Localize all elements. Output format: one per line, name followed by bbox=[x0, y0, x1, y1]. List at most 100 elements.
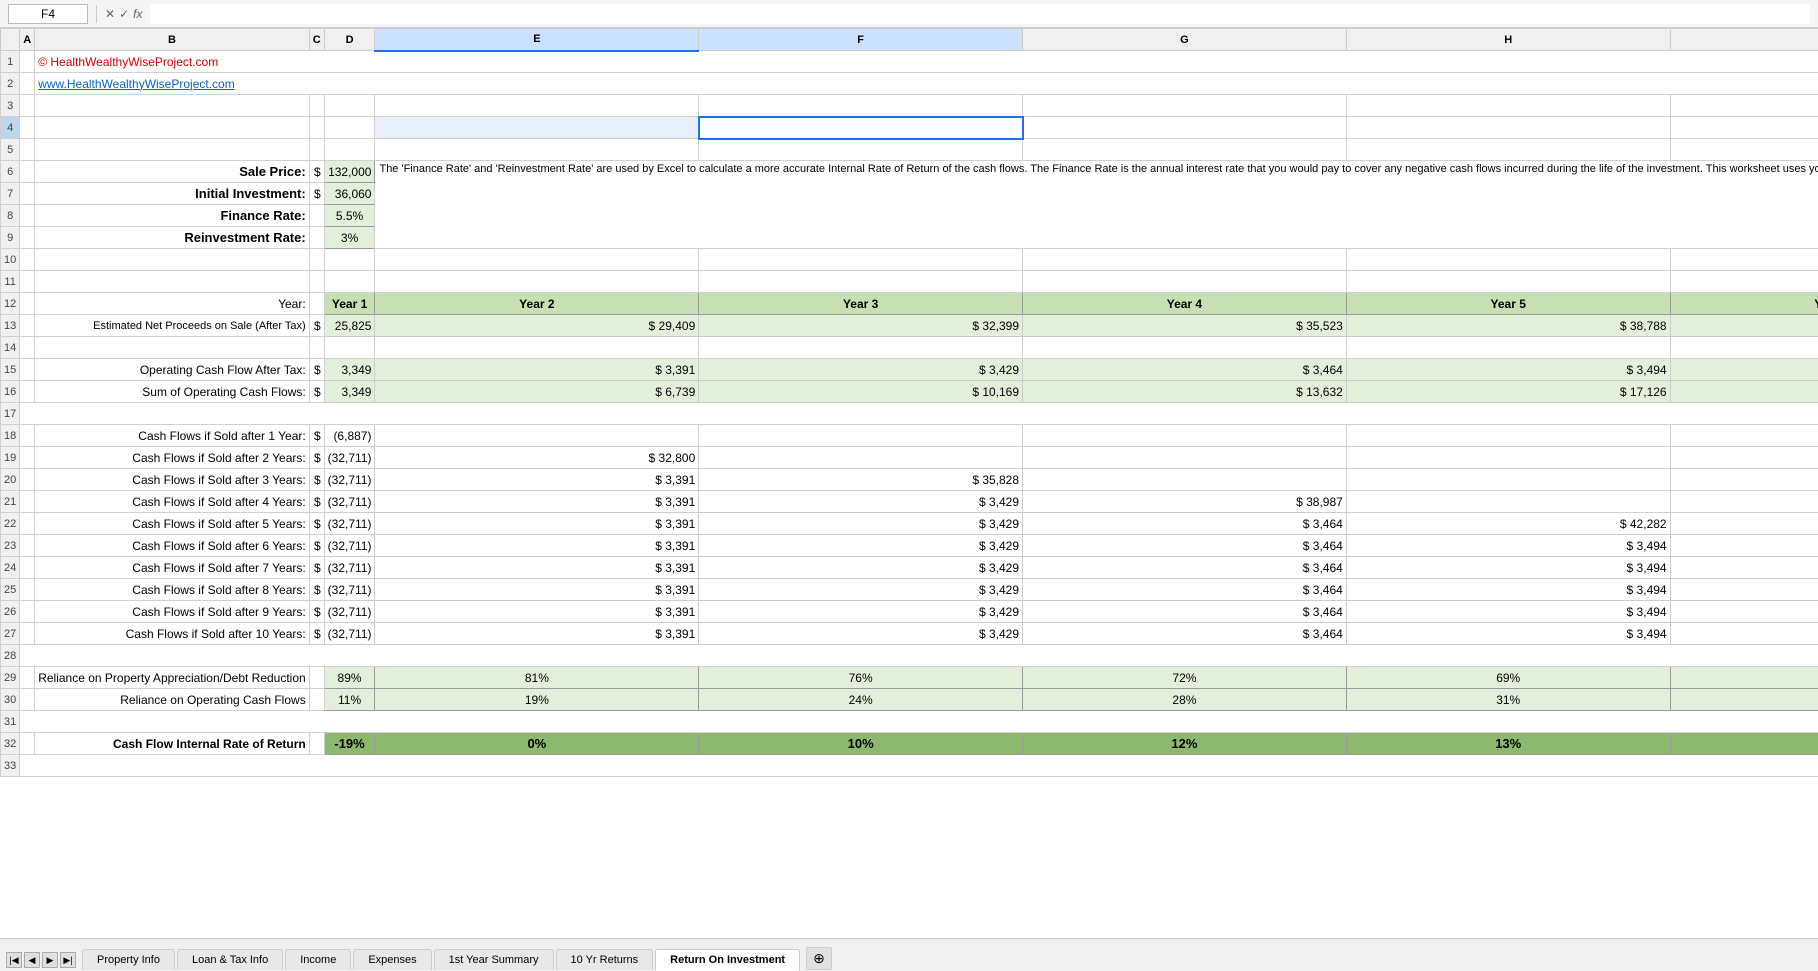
cell-cf6-v5[interactable]: $ 3,494 bbox=[1346, 535, 1670, 557]
cell-np-y4[interactable]: $ 35,523 bbox=[1023, 315, 1347, 337]
sheet-nav-last-btn[interactable]: ▶| bbox=[60, 952, 76, 968]
cell-a15[interactable] bbox=[20, 359, 35, 381]
cell-cf10-v6[interactable]: $ 3,519 bbox=[1670, 623, 1818, 645]
cell-h18[interactable] bbox=[1346, 425, 1670, 447]
cell-opcf-label[interactable]: Operating Cash Flow After Tax: bbox=[35, 359, 310, 381]
cell-cf4-v3[interactable]: $ 3,429 bbox=[699, 491, 1023, 513]
cell-c7[interactable]: $ bbox=[309, 183, 324, 205]
cell-sale-price-value[interactable]: 132,000 bbox=[324, 161, 375, 183]
cell-b1[interactable]: © HealthWealthyWiseProject.com bbox=[35, 51, 1818, 73]
cell-cf10-v3[interactable]: $ 3,429 bbox=[699, 623, 1023, 645]
cell-c18[interactable]: $ bbox=[309, 425, 324, 447]
cell-cf4-v1[interactable]: (32,711) bbox=[324, 491, 375, 513]
cell-reinvest-rate-label[interactable]: Reinvestment Rate: bbox=[35, 227, 310, 249]
cell-cf8-v4[interactable]: $ 3,464 bbox=[1023, 579, 1347, 601]
cell-cf9-v4[interactable]: $ 3,464 bbox=[1023, 601, 1347, 623]
col-header-h[interactable]: H bbox=[1346, 29, 1670, 51]
cell-cf1-label[interactable]: Cash Flows if Sold after 1 Year: bbox=[35, 425, 310, 447]
cell-cf8-v2[interactable]: $ 3,391 bbox=[375, 579, 699, 601]
cell-c24[interactable]: $ bbox=[309, 557, 324, 579]
cell-e10[interactable] bbox=[375, 249, 699, 271]
tab-property-info[interactable]: Property Info bbox=[82, 949, 175, 970]
cell-opcf-y3[interactable]: $ 3,429 bbox=[699, 359, 1023, 381]
cell-b4[interactable] bbox=[35, 117, 310, 139]
cell-f19[interactable] bbox=[699, 447, 1023, 469]
cell-i21[interactable] bbox=[1670, 491, 1818, 513]
cell-c5[interactable] bbox=[309, 139, 324, 161]
cell-cf9-v2[interactable]: $ 3,391 bbox=[375, 601, 699, 623]
cell-h5[interactable] bbox=[1346, 139, 1670, 161]
cell-c20[interactable]: $ bbox=[309, 469, 324, 491]
cell-h11[interactable] bbox=[1023, 271, 1347, 293]
cell-year-label[interactable]: Year: bbox=[35, 293, 310, 315]
cell-rel-prop-y1[interactable]: 89% bbox=[324, 667, 375, 689]
cell-h10[interactable] bbox=[1346, 249, 1670, 271]
cell-cf7-v1[interactable]: (32,711) bbox=[324, 557, 375, 579]
cell-d3[interactable] bbox=[324, 95, 375, 117]
cell-h14[interactable] bbox=[1346, 337, 1670, 359]
sheet-nav-prev-btn[interactable]: ◀ bbox=[24, 952, 40, 968]
cell-rel-prop-y6[interactable]: 67% bbox=[1670, 667, 1818, 689]
cell-cf6-label[interactable]: Cash Flows if Sold after 6 Years: bbox=[35, 535, 310, 557]
sheet-nav-next-btn[interactable]: ▶ bbox=[42, 952, 58, 968]
cell-a14[interactable] bbox=[20, 337, 35, 359]
cell-b3[interactable] bbox=[35, 95, 310, 117]
cell-rel-prop-label[interactable]: Reliance on Property Appreciation/Debt R… bbox=[35, 667, 310, 689]
cell-cf3-label[interactable]: Cash Flows if Sold after 3 Years: bbox=[35, 469, 310, 491]
cell-opcf-y5[interactable]: $ 3,494 bbox=[1346, 359, 1670, 381]
cell-cf8-label[interactable]: Cash Flows if Sold after 8 Years: bbox=[35, 579, 310, 601]
cell-cf5-v4[interactable]: $ 3,464 bbox=[1023, 513, 1347, 535]
cell-net-proceeds-label[interactable]: Estimated Net Proceeds on Sale (After Ta… bbox=[35, 315, 310, 337]
cell-rel-prop-y2[interactable]: 81% bbox=[375, 667, 699, 689]
cell-a23[interactable] bbox=[20, 535, 35, 557]
cell-cf9-v3[interactable]: $ 3,429 bbox=[699, 601, 1023, 623]
tab-loan-tax-info[interactable]: Loan & Tax Info bbox=[177, 949, 283, 970]
cell-a26[interactable] bbox=[20, 601, 35, 623]
cell-sumcf-y4[interactable]: $ 13,632 bbox=[1023, 381, 1347, 403]
cell-e4[interactable] bbox=[375, 117, 699, 139]
cell-rel-ocf-y2[interactable]: 19% bbox=[375, 689, 699, 711]
cell-a16[interactable] bbox=[20, 381, 35, 403]
col-header-d[interactable]: D bbox=[324, 29, 375, 51]
cell-c6[interactable]: $ bbox=[309, 161, 324, 183]
cell-h19[interactable] bbox=[1346, 447, 1670, 469]
cell-g3[interactable] bbox=[1023, 95, 1347, 117]
cell-d14[interactable] bbox=[324, 337, 375, 359]
cell-cf3-v1[interactable]: (32,711) bbox=[324, 469, 375, 491]
cell-e11[interactable] bbox=[324, 271, 375, 293]
cell-c16[interactable]: $ bbox=[309, 381, 324, 403]
cell-cf9-v5[interactable]: $ 3,494 bbox=[1346, 601, 1670, 623]
cell-a6[interactable] bbox=[20, 161, 35, 183]
cell-g4[interactable] bbox=[1023, 117, 1347, 139]
cell-f18[interactable] bbox=[699, 425, 1023, 447]
cell-a13[interactable] bbox=[20, 315, 35, 337]
cell-np-y1[interactable]: 25,825 bbox=[324, 315, 375, 337]
cell-sumcf-y1[interactable]: 3,349 bbox=[324, 381, 375, 403]
cell-a21[interactable] bbox=[20, 491, 35, 513]
cell-opcf-y4[interactable]: $ 3,464 bbox=[1023, 359, 1347, 381]
cell-c22[interactable]: $ bbox=[309, 513, 324, 535]
cell-b2[interactable]: www.HealthWealthyWiseProject.com bbox=[35, 73, 1818, 95]
tab-1st-year-summary[interactable]: 1st Year Summary bbox=[434, 949, 554, 970]
cell-a18[interactable] bbox=[20, 425, 35, 447]
cell-a19[interactable] bbox=[20, 447, 35, 469]
formula-input[interactable] bbox=[150, 4, 1810, 24]
cell-i18[interactable] bbox=[1670, 425, 1818, 447]
cell-cf8-v5[interactable]: $ 3,494 bbox=[1346, 579, 1670, 601]
cell-rel-prop-y5[interactable]: 69% bbox=[1346, 667, 1670, 689]
cell-irr-y3[interactable]: 10% bbox=[699, 733, 1023, 755]
cell-h4[interactable] bbox=[1346, 117, 1670, 139]
cell-irr-y6[interactable]: 13% bbox=[1670, 733, 1818, 755]
cell-cf8-v6[interactable]: $ 3,519 bbox=[1670, 579, 1818, 601]
cell-cf7-v2[interactable]: $ 3,391 bbox=[375, 557, 699, 579]
cell-i11[interactable] bbox=[1346, 271, 1670, 293]
cell-cf2-v2[interactable]: $ 32,800 bbox=[375, 447, 699, 469]
cell-cf10-v1[interactable]: (32,711) bbox=[324, 623, 375, 645]
cell-cf4-v2[interactable]: $ 3,391 bbox=[375, 491, 699, 513]
cell-year1-header[interactable]: Year 1 bbox=[324, 293, 375, 315]
cell-a32[interactable] bbox=[20, 733, 35, 755]
cell-irr-y4[interactable]: 12% bbox=[1023, 733, 1347, 755]
cell-f14[interactable] bbox=[699, 337, 1023, 359]
cell-cf6-v3[interactable]: $ 3,429 bbox=[699, 535, 1023, 557]
cell-cf10-v2[interactable]: $ 3,391 bbox=[375, 623, 699, 645]
